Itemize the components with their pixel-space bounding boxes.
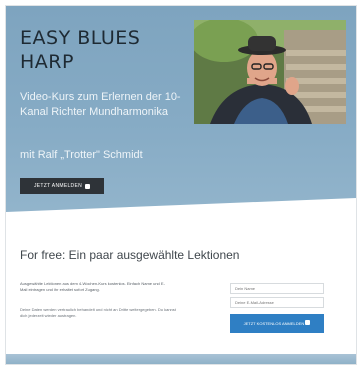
- instructor-photo: [194, 20, 346, 124]
- lessons-heading: For free: Ein paar ausgewählte Lektionen: [20, 248, 240, 262]
- hero-title: EASY BLUES HARP: [20, 27, 141, 73]
- email-input[interactable]: [230, 297, 324, 308]
- signup-button[interactable]: JETZT KOSTENLOS ANMELDEN: [230, 314, 324, 333]
- hero-subtitle: Video-Kurs zum Erlernen der 10-Kanal Ric…: [20, 91, 181, 118]
- footer-band: [6, 354, 356, 364]
- lock-icon: [85, 183, 90, 189]
- name-input[interactable]: [230, 283, 324, 294]
- lock-icon: [305, 320, 311, 325]
- hero-author: mit Ralf „Trotter" Schmidt: [20, 149, 143, 161]
- signup-button-label: JETZT KOSTENLOS ANMELDEN: [243, 321, 305, 326]
- register-button-label: JETZT ANMELDEN: [33, 183, 82, 189]
- lessons-description: Ausgewählte Lektionen aus dem 4-Wochen-K…: [20, 281, 165, 292]
- instructor-photo-image: [194, 20, 346, 124]
- register-button[interactable]: JETZT ANMELDEN: [20, 178, 104, 194]
- landing-page: EASY BLUES HARP Video-Kurs zum Erlernen …: [6, 6, 356, 364]
- privacy-note: Deine Daten werden vertraulich behandelt…: [20, 307, 176, 318]
- hero-section: EASY BLUES HARP Video-Kurs zum Erlernen …: [6, 6, 356, 246]
